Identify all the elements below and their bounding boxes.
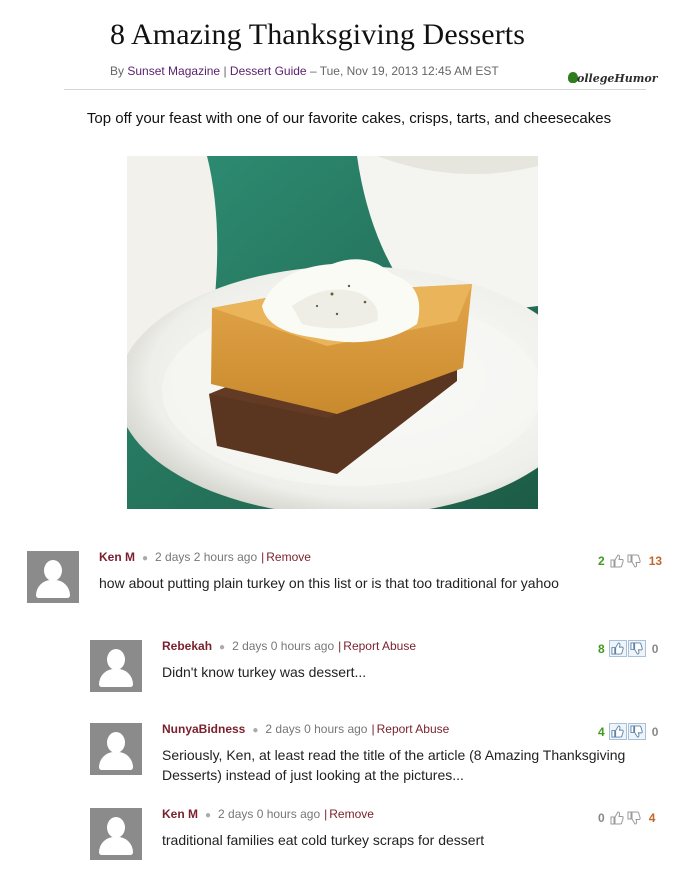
comment-meta: Rebekah ● 2 days 0 hours ago | Report Abuse	[162, 639, 416, 653]
thumbs-down-count: 4	[648, 810, 656, 825]
default-user-avatar-icon[interactable]	[90, 723, 142, 775]
thumbs-up-icon[interactable]	[608, 723, 627, 740]
thumbs-up-count: 4	[598, 724, 605, 739]
comment-votes: 2 13	[598, 552, 662, 569]
byline-prefix: By	[110, 64, 125, 78]
comment-text: Seriously, Ken, at least read the title …	[162, 747, 626, 783]
report-abuse-link[interactable]: Report Abuse	[343, 639, 416, 653]
logo-text: ollegeHumor	[577, 72, 658, 85]
thumbs-down-icon[interactable]	[627, 640, 646, 657]
header-divider	[64, 89, 646, 90]
thumbs-down-count: 0	[651, 724, 659, 739]
default-user-avatar-icon[interactable]	[27, 551, 79, 603]
thumbs-down-icon[interactable]	[627, 723, 646, 740]
thumbs-up-icon[interactable]	[609, 552, 626, 569]
thumbs-up-icon[interactable]	[608, 640, 627, 657]
comment-meta: Ken M ● 2 days 0 hours ago | Remove	[162, 807, 374, 821]
comment-text: how about putting plain turkey on this l…	[99, 575, 559, 591]
comment-time: 2 days 0 hours ago	[232, 639, 335, 653]
comment-votes: 8 0	[598, 640, 658, 657]
thumbs-down-icon[interactable]	[626, 809, 643, 826]
report-abuse-link[interactable]: Report Abuse	[377, 722, 450, 736]
comment-votes: 4 0	[598, 723, 658, 740]
thumbs-up-count: 2	[598, 553, 605, 568]
byline-date: – Tue, Nov 19, 2013 12:45 AM EST	[309, 64, 499, 78]
collegehumor-logo: ollegeHumor	[568, 72, 658, 85]
comment-author[interactable]: Ken M	[162, 807, 198, 821]
byline-separator: |	[223, 64, 227, 78]
byline-section-link[interactable]: Dessert Guide	[230, 64, 307, 78]
comment-votes: 0 4	[598, 809, 655, 826]
comment-time: 2 days 0 hours ago	[218, 807, 321, 821]
comment-meta: Ken M ● 2 days 2 hours ago | Remove	[99, 550, 311, 564]
comment-author[interactable]: Rebekah	[162, 639, 212, 653]
article-title: 8 Amazing Thanksgiving Desserts	[110, 18, 525, 51]
thumbs-down-count: 13	[648, 553, 663, 568]
remove-link[interactable]: Remove	[266, 550, 311, 564]
thumbs-up-count: 8	[598, 641, 605, 656]
thumbs-up-count: 0	[598, 810, 605, 825]
article-subtitle: Top off your feast with one of our favor…	[86, 110, 612, 127]
byline-author-link[interactable]: Sunset Magazine	[127, 64, 220, 78]
comment-author[interactable]: NunyaBidness	[162, 722, 245, 736]
comment-text: Didn't know turkey was dessert...	[162, 664, 367, 680]
thumbs-down-count: 0	[651, 641, 659, 656]
byline: By Sunset Magazine | Dessert Guide – Tue…	[110, 64, 499, 78]
thumbs-up-icon[interactable]	[609, 809, 626, 826]
comment-text: traditional families eat cold turkey scr…	[162, 832, 485, 848]
dessert-photo	[127, 156, 538, 509]
comment-time: 2 days 2 hours ago	[155, 550, 258, 564]
default-user-avatar-icon[interactable]	[90, 808, 142, 860]
default-user-avatar-icon[interactable]	[90, 640, 142, 692]
comment-author[interactable]: Ken M	[99, 550, 135, 564]
comment-time: 2 days 0 hours ago	[265, 722, 368, 736]
thumbs-down-icon[interactable]	[626, 552, 643, 569]
remove-link[interactable]: Remove	[329, 807, 374, 821]
comment-meta: NunyaBidness ● 2 days 0 hours ago | Report A…	[162, 722, 450, 736]
